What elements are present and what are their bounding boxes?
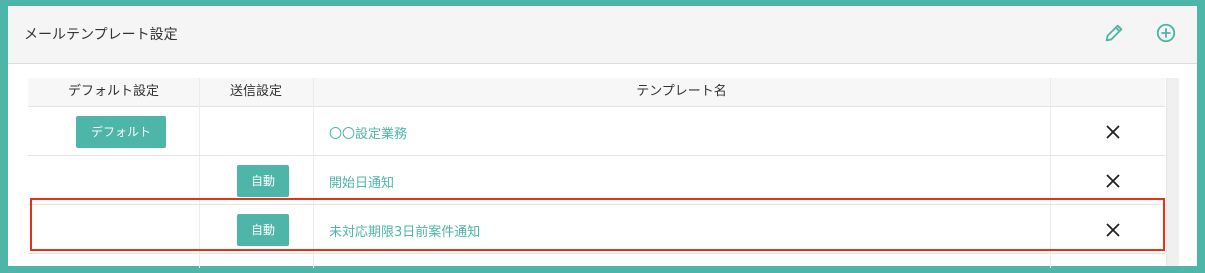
pencil-icon[interactable]	[1103, 22, 1125, 44]
column-header-send: 送信設定	[229, 84, 282, 99]
column-header-default: デフォルト設定	[67, 84, 159, 99]
template-name-link[interactable]: 未対応期限3日前案件通知	[329, 221, 480, 240]
vertical-scrollbar[interactable]	[1166, 78, 1179, 266]
template-table: デフォルト設定 送信設定 テンプレート名 デフォルト 〇〇設定業務 自動 開始日…	[28, 78, 1165, 268]
close-icon[interactable]	[1105, 173, 1121, 189]
close-icon[interactable]	[1105, 222, 1121, 238]
template-name-link[interactable]: 〇〇設定業務	[329, 123, 407, 142]
table-row: 自動 未対応期限3日前案件通知	[28, 205, 1165, 254]
auto-send-button[interactable]: 自動	[237, 214, 289, 246]
mail-template-panel: メールテンプレート設定 デフォルト設定 送信設定 テンプレート名 デフォルト 〇…	[8, 6, 1197, 268]
column-header-name: テンプレート名	[636, 84, 727, 99]
table-row: 自動 開始日通知	[28, 156, 1165, 205]
column-header-actions	[1050, 78, 1165, 106]
auto-send-button[interactable]: 自動	[237, 165, 289, 197]
close-icon[interactable]	[1105, 124, 1121, 140]
panel-title: メールテンプレート設定	[24, 27, 178, 43]
template-name-link[interactable]: 開始日通知	[329, 172, 394, 191]
panel-header: メールテンプレート設定	[8, 6, 1197, 64]
plus-circle-icon[interactable]	[1155, 22, 1177, 44]
table-row: デフォルト 〇〇設定業務	[28, 107, 1165, 156]
default-button[interactable]: デフォルト	[76, 116, 166, 148]
